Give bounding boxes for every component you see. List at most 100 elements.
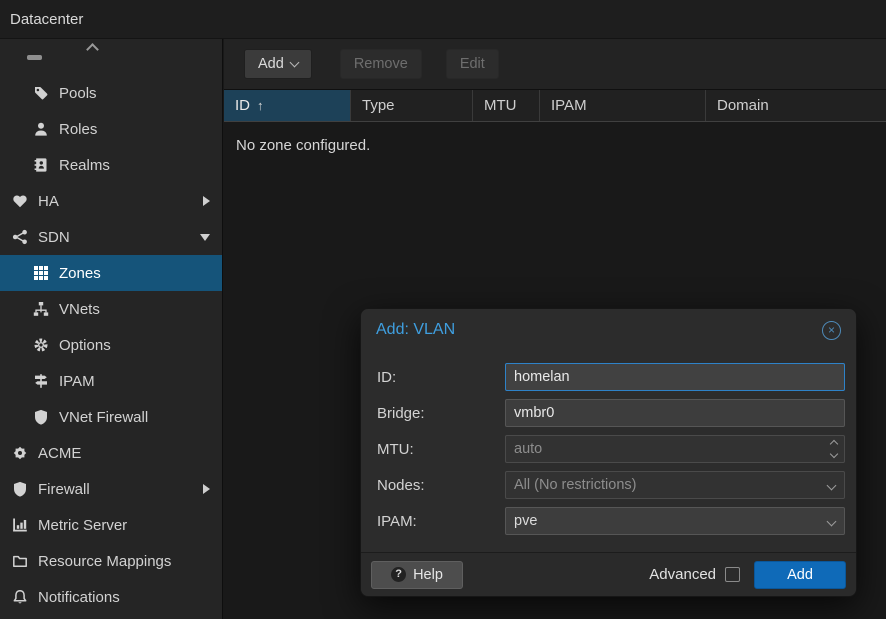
clipped-chevron-fragment (86, 43, 99, 56)
form-row-nodes: Nodes: All (No restrictions) (377, 467, 845, 503)
network-share-icon (12, 229, 28, 245)
heartbeat-icon (12, 193, 28, 209)
column-header-ipam[interactable]: IPAM (540, 90, 706, 121)
nodes-select[interactable]: All (No restrictions) (505, 471, 845, 499)
sort-ascending-icon: ↑ (257, 98, 264, 113)
dialog-add-button[interactable]: Add (754, 561, 846, 589)
sitemap-icon (33, 301, 49, 317)
edit-button-label: Edit (460, 56, 485, 72)
sidebar-tree: Pools Roles Realms HA SDN Zones VNets (0, 39, 223, 619)
add-button-label: Add (258, 56, 284, 72)
add-button[interactable]: Add (244, 49, 312, 79)
address-book-icon (33, 157, 49, 173)
bridge-input[interactable] (505, 399, 845, 427)
ipam-field-label: IPAM: (377, 513, 505, 530)
top-bar: Datacenter (0, 0, 886, 39)
question-circle-icon: ? (391, 567, 406, 582)
help-button[interactable]: ? Help (371, 561, 463, 589)
sidebar-item-metric-server[interactable]: Metric Server (0, 507, 222, 543)
sidebar-item-zones[interactable]: Zones (0, 255, 222, 291)
zones-table-header: ID ↑ Type MTU IPAM Domain (224, 89, 886, 122)
column-label: ID (235, 97, 250, 114)
advanced-checkbox[interactable] (725, 567, 740, 582)
sidebar-item-label: Roles (59, 121, 97, 138)
sidebar-item-roles[interactable]: Roles (0, 111, 222, 147)
column-header-id[interactable]: ID ↑ (224, 90, 351, 121)
tags-icon (33, 85, 49, 101)
column-header-mtu[interactable]: MTU (473, 90, 540, 121)
sidebar-item-label: SDN (38, 229, 70, 246)
gear-icon (33, 337, 49, 353)
help-button-label: Help (413, 567, 443, 583)
sidebar-item-label: HA (38, 193, 59, 210)
form-row-ipam: IPAM: pve (377, 503, 845, 539)
column-label: IPAM (551, 97, 587, 114)
chevron-right-icon[interactable] (203, 196, 210, 206)
bridge-field-label: Bridge: (377, 405, 505, 422)
sidebar-item-label: Realms (59, 157, 110, 174)
sidebar-item-label: VNets (59, 301, 100, 318)
id-field-label: ID: (377, 369, 505, 386)
column-label: MTU (484, 97, 517, 114)
dialog-form: ID: Bridge: MTU: (361, 351, 856, 539)
page-title: Datacenter (10, 11, 83, 28)
sidebar-item-notifications[interactable]: Notifications (0, 579, 222, 615)
chevron-down-icon (827, 517, 837, 527)
sidebar-item-label: Options (59, 337, 111, 354)
sidebar-item-label: Resource Mappings (38, 553, 171, 570)
sidebar-item-acme[interactable]: ACME (0, 435, 222, 471)
advanced-label: Advanced (649, 566, 716, 583)
form-row-bridge: Bridge: (377, 395, 845, 431)
column-header-type[interactable]: Type (351, 90, 473, 121)
sidebar-item-label: VNet Firewall (59, 409, 148, 426)
id-input[interactable] (505, 363, 845, 391)
sidebar-item-label: Notifications (38, 589, 120, 606)
mtu-spinner (831, 441, 837, 457)
column-header-domain[interactable]: Domain (706, 90, 886, 121)
column-label: Type (362, 97, 395, 114)
spinner-down-icon[interactable] (830, 450, 838, 458)
proxmox-datacenter-window: Datacenter Pools Roles Realms HA SDN (0, 0, 886, 619)
dialog-add-button-label: Add (787, 567, 813, 583)
shield-icon (33, 409, 49, 425)
sidebar-item-clipped[interactable] (0, 39, 222, 75)
chevron-down-icon (827, 481, 837, 491)
chevron-right-icon[interactable] (203, 484, 210, 494)
folder-icon (12, 553, 28, 569)
sidebar-item-ipam[interactable]: IPAM (0, 363, 222, 399)
sidebar-item-sdn[interactable]: SDN (0, 219, 222, 255)
dialog-title: Add: VLAN (376, 321, 455, 339)
certificate-icon (12, 445, 28, 461)
edit-button[interactable]: Edit (446, 49, 499, 79)
mtu-input[interactable] (505, 435, 845, 463)
dialog-header[interactable]: Add: VLAN × (361, 309, 856, 351)
sidebar-item-ha[interactable]: HA (0, 183, 222, 219)
remove-button[interactable]: Remove (340, 49, 422, 79)
sidebar-item-firewall[interactable]: Firewall (0, 471, 222, 507)
sidebar-item-label: ACME (38, 445, 81, 462)
sidebar-item-pools[interactable]: Pools (0, 75, 222, 111)
ipam-select-value: pve (514, 513, 537, 529)
remove-button-label: Remove (354, 56, 408, 72)
clipped-icon-fragment (27, 55, 42, 60)
sidebar-item-vnet-firewall[interactable]: VNet Firewall (0, 399, 222, 435)
sidebar-item-options[interactable]: Options (0, 327, 222, 363)
sidebar-item-label: Pools (59, 85, 97, 102)
grid-icon (33, 265, 49, 281)
shield-icon (12, 481, 28, 497)
sidebar-item-realms[interactable]: Realms (0, 147, 222, 183)
nodes-field-label: Nodes: (377, 477, 505, 494)
empty-table-message: No zone configured. (236, 137, 370, 154)
sidebar-item-resource-mappings[interactable]: Resource Mappings (0, 543, 222, 579)
nodes-select-value: All (No restrictions) (514, 477, 636, 493)
sidebar-item-vnets[interactable]: VNets (0, 291, 222, 327)
map-signs-icon (33, 373, 49, 389)
close-icon[interactable]: × (822, 321, 841, 340)
column-label: Domain (717, 97, 769, 114)
chevron-down-icon[interactable] (200, 234, 210, 241)
bell-icon (12, 589, 28, 605)
ipam-select[interactable]: pve (505, 507, 845, 535)
sidebar-item-label: IPAM (59, 373, 95, 390)
spinner-up-icon[interactable] (830, 440, 838, 448)
dialog-footer: ? Help Advanced Add (361, 552, 856, 596)
